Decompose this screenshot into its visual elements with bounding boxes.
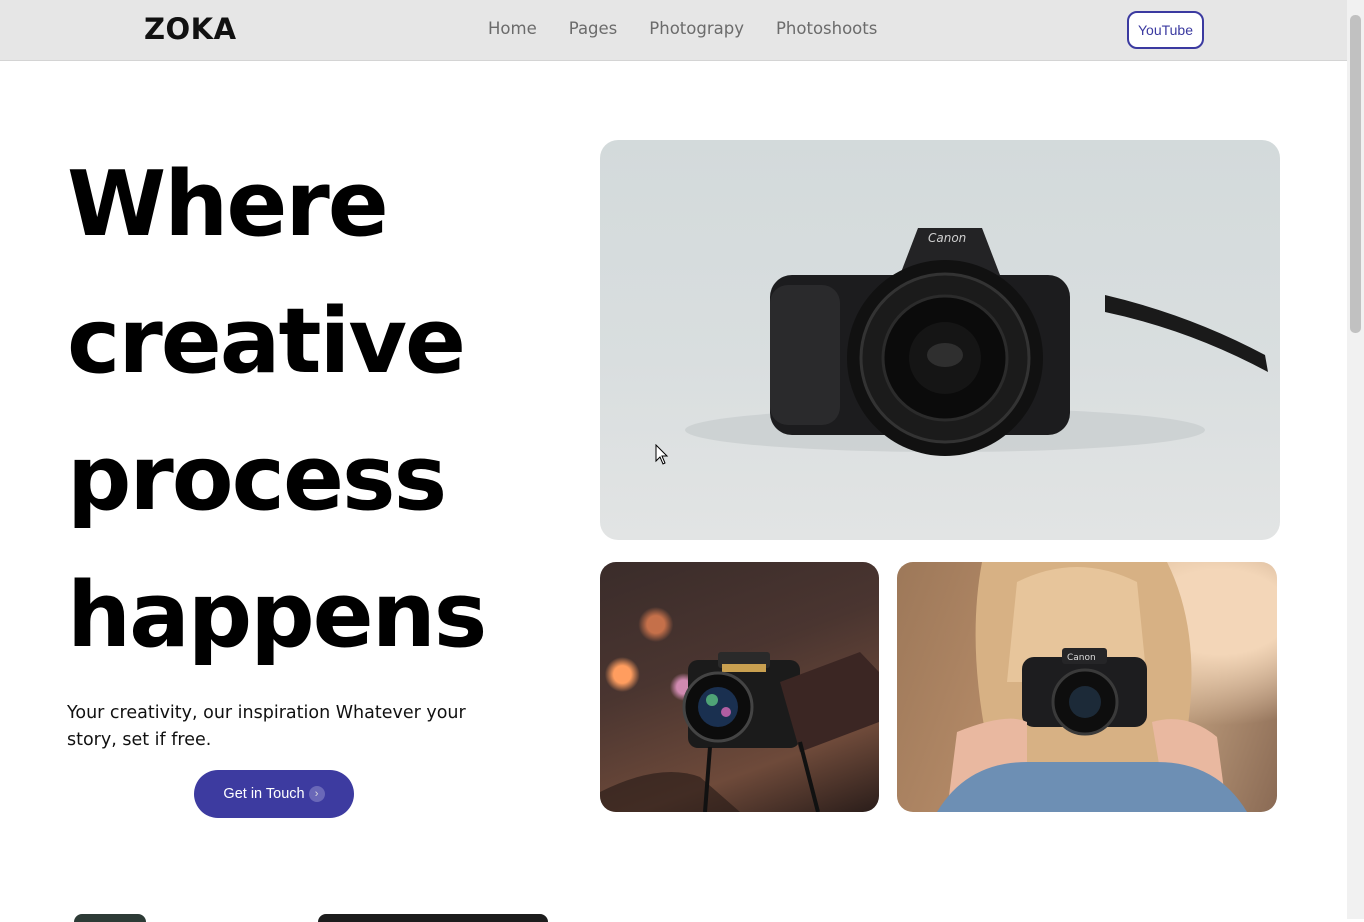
camera-lens-photo: Canon: [600, 140, 1280, 540]
nav-link-photoshoots[interactable]: Photoshoots: [776, 19, 877, 38]
hero-title-line: happens: [67, 563, 487, 668]
mouse-cursor-icon: [655, 444, 669, 465]
get-in-touch-label: Get in Touch: [223, 786, 305, 802]
hero-title-line: process: [67, 426, 447, 531]
site-logo[interactable]: ZOKA: [144, 12, 237, 46]
hero-title: Where creative process happens: [67, 136, 487, 684]
camera-illustration: Canon: [685, 228, 1268, 456]
nav-link-pages[interactable]: Pages: [569, 19, 618, 38]
hero-title-line: Where: [67, 152, 389, 257]
woman-with-camera-photo: Canon: [897, 562, 1277, 812]
hero-title-line: creative: [67, 289, 466, 394]
woman-illustration: Canon: [937, 562, 1247, 812]
nav-links: Home Pages Photograpy Photoshoots: [488, 19, 877, 38]
nav-link-home[interactable]: Home: [488, 19, 537, 38]
hero-subtitle: Your creativity, our inspiration Whateve…: [67, 703, 466, 750]
get-in-touch-button[interactable]: Get in Touch ›: [194, 770, 354, 818]
svg-text:Canon: Canon: [1067, 653, 1096, 663]
page-scrollbar[interactable]: [1347, 0, 1364, 919]
next-section-card: [318, 914, 548, 922]
youtube-button[interactable]: YouTube: [1127, 11, 1204, 49]
next-section-card: [74, 914, 146, 922]
camera-in-hand-illustration: [600, 652, 879, 812]
camera-night-bokeh-photo: [600, 562, 879, 812]
scrollbar-thumb[interactable]: [1350, 15, 1361, 333]
nav-link-photography[interactable]: Photograpy: [649, 19, 744, 38]
svg-text:Canon: Canon: [928, 231, 966, 245]
top-navbar: ZOKA Home Pages Photograpy Photoshoots Y…: [0, 0, 1347, 61]
chevron-right-icon: ›: [308, 786, 325, 802]
